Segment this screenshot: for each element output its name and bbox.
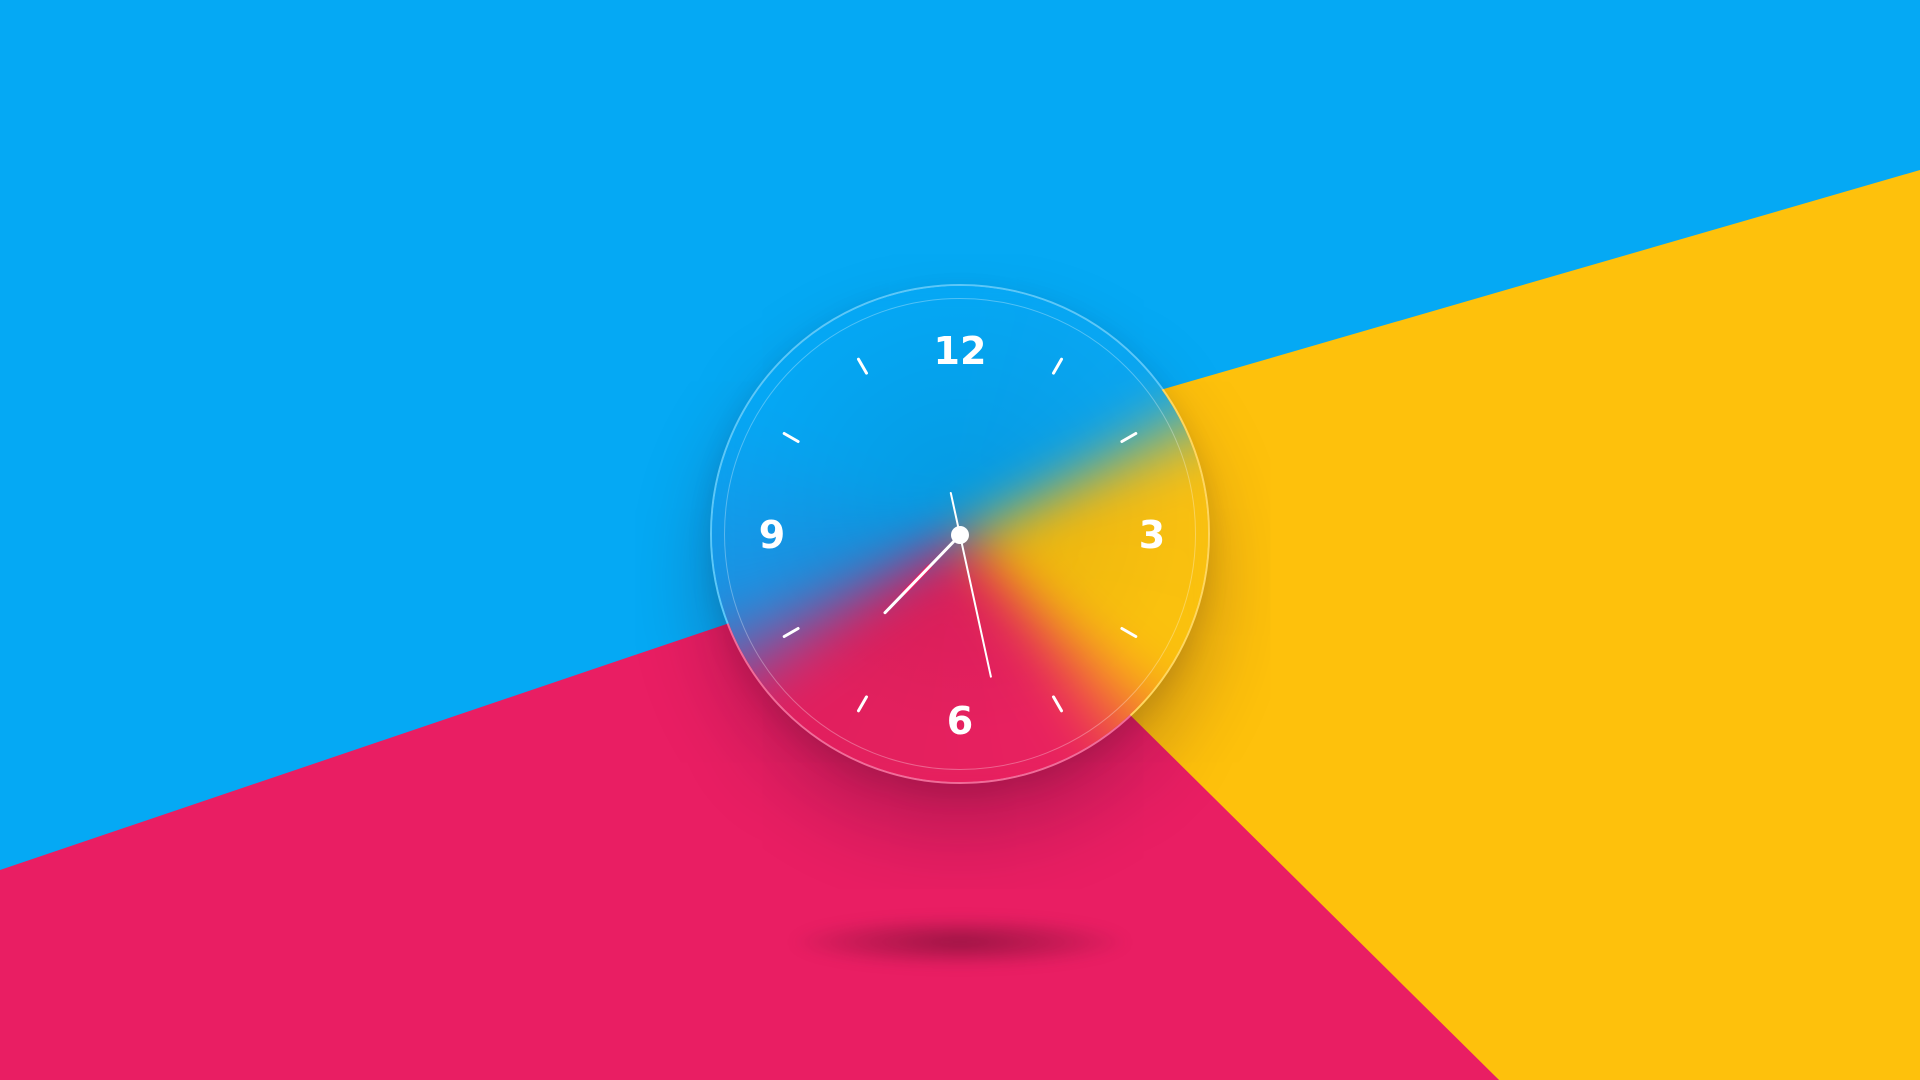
tick-5 xyxy=(1052,695,1063,713)
tick-8 xyxy=(782,627,800,638)
tick-11 xyxy=(857,357,868,375)
analog-clock: 12 3 6 9 xyxy=(710,284,1210,784)
tick-1 xyxy=(1052,357,1063,375)
tick-4 xyxy=(1120,627,1138,638)
tick-7 xyxy=(857,695,868,713)
numeral-9: 9 xyxy=(758,513,786,557)
numeral-3: 3 xyxy=(1138,513,1166,557)
hour-hand xyxy=(883,533,962,615)
clock-floor-shadow xyxy=(792,917,1128,967)
tick-2 xyxy=(1120,432,1138,443)
numeral-6: 6 xyxy=(946,699,974,743)
numeral-12: 12 xyxy=(933,329,987,373)
center-cap xyxy=(951,526,969,544)
clock-hands xyxy=(883,492,992,678)
minute-hand xyxy=(949,492,992,678)
tick-10 xyxy=(782,432,800,443)
